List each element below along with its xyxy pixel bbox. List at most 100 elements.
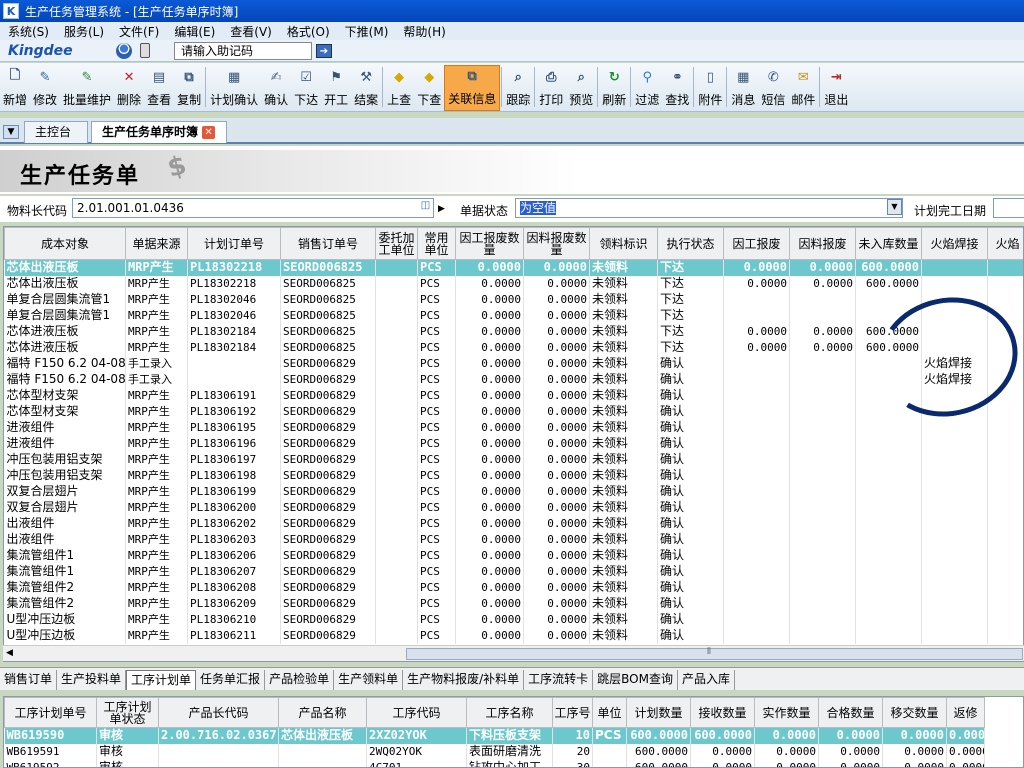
edit-button[interactable]: ✎ 修改	[30, 65, 60, 111]
preview-button[interactable]: ⌕ 预览	[566, 65, 596, 111]
view-button[interactable]: ▤ 查看	[144, 65, 174, 111]
table-row[interactable]: 芯体出液压板 MRP产生 PL18302218 SEORD006825 PCS 0.000…	[4, 259, 1023, 276]
refresh-button[interactable]: ↻ 刷新	[599, 65, 629, 111]
person-icon[interactable]	[116, 42, 132, 59]
column-header[interactable]: 因料报废数量	[523, 227, 590, 260]
table-row[interactable]: 单复合层圆集流管1 MRP产生 PL18302046 SEORD006825 PCS 0.…	[4, 291, 1023, 308]
scroll-left-icon[interactable]: ◀	[6, 648, 13, 658]
material-code-input[interactable]: 2.01.001.01.0436	[72, 198, 434, 218]
horizontal-scrollbar[interactable]: ◀ ⦀	[3, 645, 1024, 661]
bottom-tab[interactable]: 产品入库	[678, 670, 735, 690]
tab-production-task-list[interactable]: 生产任务单序时簿 ✕	[91, 121, 227, 143]
menu-item[interactable]: 查看(V)	[222, 23, 279, 40]
column-header[interactable]: 工序计划单号	[4, 697, 97, 728]
go-arrow-icon[interactable]: ➔	[316, 43, 332, 58]
plan-confirm-button[interactable]: ▦ 计划确认	[207, 65, 261, 111]
bottom-tab[interactable]: 生产投料单	[57, 670, 127, 690]
table-row[interactable]: 福特 F150 6.2 04-08 手工录入 SEORD006829 PCS 0.000…	[4, 371, 1023, 388]
menu-item[interactable]: 帮助(H)	[395, 23, 452, 40]
chevron-down-icon[interactable]: ▼	[887, 199, 902, 215]
issue-button[interactable]: ☑ 下达	[291, 65, 321, 111]
table-row[interactable]: 芯体型材支架 MRP产生 PL18306192 SEORD006829 PCS 0.000…	[4, 403, 1023, 420]
filter-button[interactable]: ⚲ 过滤	[632, 65, 662, 111]
column-header[interactable]: 工序号	[552, 697, 593, 728]
table-row[interactable]: 集流管组件2 MRP产生 PL18306208 SEORD006829 PCS 0.000…	[4, 579, 1023, 596]
column-header[interactable]: 单据来源	[125, 227, 188, 260]
table-row[interactable]: WB619592 审核 4C701 钻攻中心加工 30 600.0000 0.0000 0.0…	[4, 759, 985, 767]
delete-button[interactable]: ✕ 删除	[114, 65, 144, 111]
menu-item[interactable]: 编辑(E)	[166, 23, 222, 40]
exit-button[interactable]: ⇥ 退出	[821, 65, 851, 111]
column-header[interactable]: 领料标识	[589, 227, 658, 260]
table-row[interactable]: 双复合层翅片 MRP产生 PL18306199 SEORD006829 PCS 0.000…	[4, 483, 1023, 500]
message-button[interactable]: ▦ 消息	[728, 65, 758, 111]
plan-finish-date-input[interactable]	[993, 198, 1024, 218]
bottom-tab[interactable]: 销售订单	[0, 670, 58, 690]
batch-edit-button[interactable]: ✎ 批量维护	[60, 65, 114, 111]
table-row[interactable]: 芯体进液压板 MRP产生 PL18302184 SEORD006825 PCS 0.000…	[4, 323, 1023, 340]
new-doc-button[interactable]: 🗋 新增	[0, 65, 30, 111]
related-info-button[interactable]: ⧉ 关联信息	[444, 65, 501, 111]
confirm-button[interactable]: ✍ 确认	[261, 65, 291, 111]
expand-arrow-icon[interactable]: ▶	[438, 204, 445, 214]
table-row[interactable]: 进液组件 MRP产生 PL18306196 SEORD006829 PCS 0.0000 0…	[4, 435, 1023, 452]
close-case-button[interactable]: ⚒ 结案	[351, 65, 381, 111]
column-header[interactable]: 合格数量	[818, 697, 883, 728]
browse-icon[interactable]: ◫	[418, 199, 433, 215]
phone-icon[interactable]	[140, 43, 150, 58]
column-header[interactable]: 工序计划单状态	[96, 697, 159, 728]
attachment-button[interactable]: ▯ 附件	[695, 65, 725, 111]
column-header[interactable]: 火焰焊接	[921, 227, 988, 260]
column-header[interactable]: 计划订单号	[187, 227, 281, 260]
table-row[interactable]: 进液组件 MRP产生 PL18306195 SEORD006829 PCS 0.0000 0…	[4, 419, 1023, 436]
trace-up-button[interactable]: ◆ 上查	[384, 65, 414, 111]
column-header[interactable]: 实作数量	[754, 697, 819, 728]
column-header[interactable]: 执行状态	[657, 227, 724, 260]
help-code-input[interactable]: 请输入助记码	[174, 41, 312, 60]
table-row[interactable]: U型冲压边板 MRP产生 PL18306210 SEORD006829 PCS 0.000…	[4, 611, 1023, 628]
track-button[interactable]: ⌕ 跟踪	[503, 65, 533, 111]
menu-item[interactable]: 文件(F)	[111, 23, 166, 40]
menu-item[interactable]: 系统(S)	[0, 23, 56, 40]
column-header[interactable]: 返修	[946, 697, 985, 728]
table-row[interactable]: 冲压包装用铝支架 MRP产生 PL18306197 SEORD006829 PCS 0.0…	[4, 451, 1023, 468]
table-row[interactable]: 集流管组件1 MRP产生 PL18306206 SEORD006829 PCS 0.000…	[4, 547, 1023, 564]
column-header[interactable]: 未入库数量	[855, 227, 922, 260]
column-header[interactable]: 单位	[592, 697, 627, 728]
mail-button[interactable]: ✉ 邮件	[788, 65, 818, 111]
bottom-tab[interactable]: 生产物料报废/补料单	[403, 670, 525, 690]
column-header[interactable]: 成本对象	[4, 227, 126, 260]
column-header[interactable]: 工序名称	[466, 697, 553, 728]
column-header[interactable]: 工序代码	[366, 697, 467, 728]
table-row[interactable]: 芯体进液压板 MRP产生 PL18302184 SEORD006825 PCS 0.000…	[4, 339, 1023, 356]
column-header[interactable]: 因工报废	[723, 227, 790, 260]
table-row[interactable]: 单复合层圆集流管1 MRP产生 PL18302046 SEORD006825 PCS 0.…	[4, 307, 1023, 324]
table-row[interactable]: 集流管组件2 MRP产生 PL18306209 SEORD006829 PCS 0.000…	[4, 595, 1023, 612]
column-header[interactable]: 产品名称	[278, 697, 367, 728]
table-row[interactable]: WB619591 审核 2WQ02YOK 表面研磨清洗 20 600.0000 0.0000…	[4, 743, 985, 760]
table-row[interactable]: 集流管组件1 MRP产生 PL18306207 SEORD006829 PCS 0.000…	[4, 563, 1023, 580]
start-button[interactable]: ⚑ 开工	[321, 65, 351, 111]
column-header[interactable]: 移交数量	[882, 697, 947, 728]
bottom-tab[interactable]: 任务单汇报	[196, 670, 266, 690]
tab-main-console[interactable]: 主控台	[24, 121, 88, 143]
close-icon[interactable]: ✕	[202, 126, 216, 139]
bottom-tab[interactable]: 跳层BOM查询	[593, 670, 678, 690]
doc-status-select[interactable]: 为空值	[515, 198, 903, 218]
scrollbar-thumb[interactable]: ⦀	[406, 647, 1023, 660]
table-row[interactable]: 冲压包装用铝支架 MRP产生 PL18306198 SEORD006829 PCS 0.0…	[4, 467, 1023, 484]
column-header[interactable]: 因料报废	[789, 227, 856, 260]
column-header[interactable]: 委托加工单位	[375, 227, 418, 260]
find-button[interactable]: ⚭ 查找	[662, 65, 692, 111]
table-row[interactable]: 芯体出液压板 MRP产生 PL18302218 SEORD006825 PCS 0.000…	[4, 275, 1023, 292]
bottom-tab[interactable]: 生产领料单	[334, 670, 404, 690]
menu-item[interactable]: 下推(M)	[337, 23, 396, 40]
column-header[interactable]: 销售订单号	[280, 227, 376, 260]
column-header[interactable]: 火焰	[987, 227, 1023, 260]
copy-button[interactable]: ⧉ 复制	[174, 65, 204, 111]
menu-item[interactable]: 服务(L)	[56, 23, 111, 40]
column-header[interactable]: 计划数量	[626, 697, 691, 728]
column-header[interactable]: 因工报废数量	[455, 227, 524, 260]
column-header[interactable]: 接收数量	[690, 697, 755, 728]
bottom-tab[interactable]: 产品检验单	[265, 670, 335, 690]
